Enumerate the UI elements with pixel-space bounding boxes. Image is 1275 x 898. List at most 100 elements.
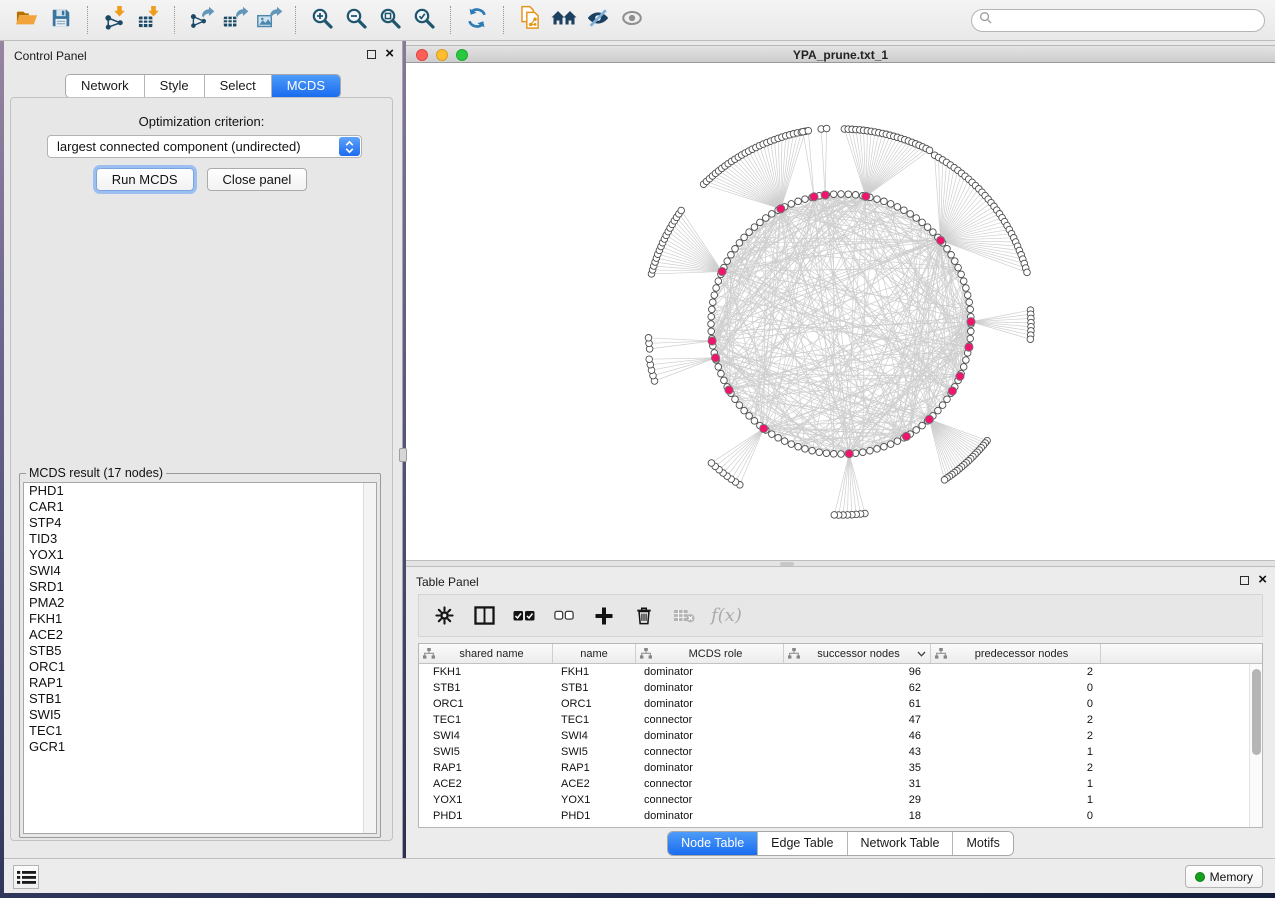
- graph-leaf-node[interactable]: [941, 477, 948, 484]
- graph-node[interactable]: [887, 441, 894, 448]
- graph-node[interactable]: [732, 246, 739, 253]
- mcds-node[interactable]: [902, 432, 910, 440]
- optimization-select[interactable]: largest connected component (undirected): [47, 135, 362, 158]
- graph-node[interactable]: [713, 285, 720, 292]
- mcds-node[interactable]: [777, 205, 785, 213]
- show-all-button[interactable]: [617, 4, 647, 36]
- graph-node[interactable]: [708, 321, 715, 328]
- graph-node[interactable]: [746, 229, 753, 236]
- mcds-node[interactable]: [862, 192, 870, 200]
- mcds-result-item[interactable]: SWI4: [24, 563, 376, 579]
- table-row[interactable]: ACE2ACE2connector311: [419, 776, 1249, 792]
- mcds-result-item[interactable]: STB1: [24, 691, 376, 707]
- graph-node[interactable]: [788, 441, 795, 448]
- mcds-result-item[interactable]: PHD1: [24, 483, 376, 499]
- run-mcds-button[interactable]: Run MCDS: [96, 168, 194, 191]
- graph-node[interactable]: [948, 252, 955, 259]
- graph-node[interactable]: [964, 292, 971, 299]
- graph-node[interactable]: [757, 219, 764, 226]
- graph-node[interactable]: [894, 204, 901, 211]
- mcds-node[interactable]: [937, 236, 945, 244]
- graph-node[interactable]: [919, 219, 926, 226]
- close-panel-icon[interactable]: ×: [385, 48, 394, 60]
- vertical-splitter-handle[interactable]: [399, 448, 407, 462]
- mcds-node[interactable]: [810, 193, 818, 201]
- mcds-result-item[interactable]: YOX1: [24, 547, 376, 563]
- table-row[interactable]: PHD1PHD1dominator180: [419, 808, 1249, 824]
- graph-node[interactable]: [715, 364, 722, 371]
- column-header-predecessor-nodes[interactable]: predecessor nodes: [931, 644, 1101, 663]
- zoom-fit-button[interactable]: [375, 4, 405, 36]
- graph-node[interactable]: [967, 306, 974, 313]
- graph-leaf-node[interactable]: [1027, 336, 1034, 343]
- deselect-all-button[interactable]: [551, 603, 577, 629]
- memory-button[interactable]: Memory: [1185, 865, 1263, 888]
- graph-node[interactable]: [867, 447, 874, 454]
- graph-node[interactable]: [955, 264, 962, 271]
- graph-node[interactable]: [963, 285, 970, 292]
- mcds-result-item[interactable]: RAP1: [24, 675, 376, 691]
- graph-node[interactable]: [838, 451, 845, 458]
- graph-leaf-node[interactable]: [823, 125, 830, 132]
- graph-node[interactable]: [728, 252, 735, 259]
- table-row[interactable]: FKH1FKH1dominator962: [419, 664, 1249, 680]
- column-header-shared-name[interactable]: shared name: [419, 644, 553, 663]
- graph-node[interactable]: [860, 449, 867, 456]
- mcds-node[interactable]: [760, 424, 768, 432]
- graph-node[interactable]: [968, 328, 975, 335]
- graph-node[interactable]: [907, 211, 914, 218]
- mcds-node[interactable]: [725, 386, 733, 394]
- zoom-selected-button[interactable]: [409, 4, 439, 36]
- mcds-result-item[interactable]: SWI5: [24, 707, 376, 723]
- float-panel-icon[interactable]: [367, 50, 376, 59]
- graph-node[interactable]: [769, 211, 776, 218]
- result-list-scrollbar[interactable]: [363, 483, 376, 833]
- table-tab-network-table[interactable]: Network Table: [847, 832, 953, 855]
- horizontal-splitter-handle[interactable]: [780, 562, 794, 566]
- graph-node[interactable]: [958, 271, 965, 278]
- graph-node[interactable]: [845, 191, 852, 198]
- mcds-result-item[interactable]: TID3: [24, 531, 376, 547]
- new-network-from-selection-button[interactable]: [515, 4, 545, 36]
- mcds-node[interactable]: [708, 337, 716, 345]
- graph-node[interactable]: [874, 446, 881, 453]
- refresh-view-button[interactable]: [462, 4, 492, 36]
- graph-node[interactable]: [724, 258, 731, 265]
- network-view[interactable]: [406, 63, 1275, 560]
- mcds-node[interactable]: [967, 318, 975, 326]
- table-row[interactable]: SWI4SWI4dominator462: [419, 728, 1249, 744]
- graph-node[interactable]: [935, 407, 942, 414]
- graph-node[interactable]: [816, 449, 823, 456]
- table-tab-edge-table[interactable]: Edge Table: [757, 832, 846, 855]
- pane-layout-button[interactable]: [471, 603, 497, 629]
- mcds-node[interactable]: [821, 191, 829, 199]
- graph-node[interactable]: [721, 377, 728, 384]
- graph-node[interactable]: [709, 306, 716, 313]
- export-image-button[interactable]: [254, 4, 284, 36]
- graph-node[interactable]: [919, 422, 926, 429]
- graph-node[interactable]: [823, 450, 830, 457]
- graph-leaf-node[interactable]: [645, 335, 652, 342]
- graph-node[interactable]: [715, 278, 722, 285]
- graph-node[interactable]: [944, 396, 951, 403]
- graph-node[interactable]: [894, 438, 901, 445]
- mcds-node[interactable]: [711, 354, 719, 362]
- mcds-result-item[interactable]: CAR1: [24, 499, 376, 515]
- column-header-successor-nodes[interactable]: successor nodes: [784, 644, 931, 663]
- graph-node[interactable]: [736, 402, 743, 409]
- table-row[interactable]: SWI5SWI5connector431: [419, 744, 1249, 760]
- graph-node[interactable]: [741, 407, 748, 414]
- table-settings-button[interactable]: [431, 603, 457, 629]
- graph-node[interactable]: [751, 224, 758, 231]
- graph-node[interactable]: [809, 447, 816, 454]
- graph-node[interactable]: [944, 246, 951, 253]
- table-scrollbar[interactable]: [1249, 664, 1262, 827]
- graph-node[interactable]: [939, 402, 946, 409]
- graph-node[interactable]: [741, 234, 748, 241]
- graph-node[interactable]: [881, 443, 888, 450]
- mcds-result-item[interactable]: ORC1: [24, 659, 376, 675]
- mcds-node[interactable]: [948, 387, 956, 395]
- table-row[interactable]: ORC1ORC1dominator610: [419, 696, 1249, 712]
- graph-node[interactable]: [952, 258, 959, 265]
- first-neighbors-button[interactable]: [549, 4, 579, 36]
